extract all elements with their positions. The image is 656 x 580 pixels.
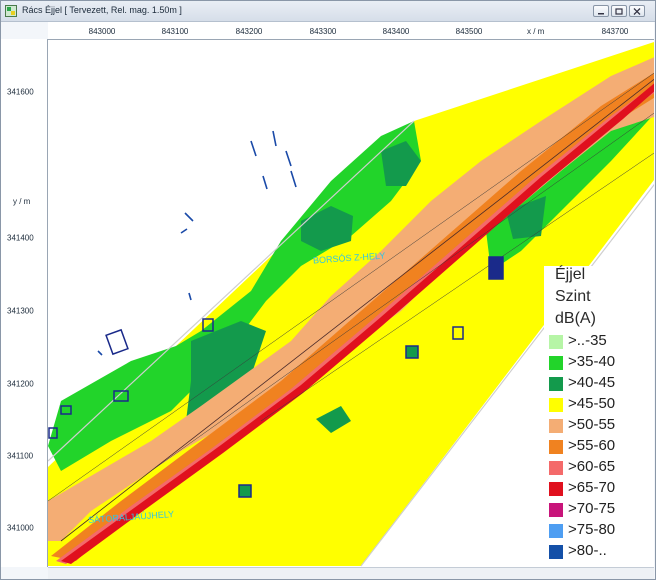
legend-label: >..-35 bbox=[568, 332, 607, 349]
x-tick-label: 843500 bbox=[455, 27, 483, 36]
y-tick-label: 341200 bbox=[7, 379, 34, 389]
legend-label: >35-40 bbox=[568, 353, 616, 370]
legend-title: dB(A) bbox=[555, 310, 596, 327]
legend-label: >50-55 bbox=[568, 416, 616, 433]
legend-title: Éjjel bbox=[555, 266, 586, 283]
legend-swatch bbox=[549, 461, 563, 475]
building-outline bbox=[105, 328, 129, 356]
y-tick-label: 341000 bbox=[7, 523, 34, 533]
building-outline bbox=[238, 484, 252, 498]
legend-swatch bbox=[549, 545, 563, 559]
legend-label: >75-80 bbox=[568, 521, 616, 538]
x-axis-label: x / m bbox=[527, 27, 545, 36]
legend-swatch bbox=[549, 377, 563, 391]
map-window: Rács Éjjel [ Tervezett, Rel. mag. 1.50m … bbox=[0, 0, 656, 580]
legend-label: >80-.. bbox=[568, 542, 607, 559]
horizontal-scrollbar[interactable] bbox=[48, 567, 654, 579]
legend-label: >55-60 bbox=[568, 437, 616, 454]
legend-swatch bbox=[549, 419, 563, 433]
y-tick-label: 341400 bbox=[7, 233, 34, 243]
legend-swatch bbox=[549, 503, 563, 517]
maximize-icon bbox=[615, 8, 623, 15]
window-title: Rács Éjjel [ Tervezett, Rel. mag. 1.50m … bbox=[22, 5, 182, 15]
maximize-button[interactable] bbox=[611, 5, 627, 17]
legend-swatch bbox=[549, 335, 563, 349]
grid-map-icon bbox=[5, 5, 17, 17]
x-tick-label: 843400 bbox=[382, 27, 410, 36]
building-outline bbox=[488, 256, 504, 280]
legend-label: >70-75 bbox=[568, 500, 616, 517]
y-axis-ruler: 341600 y / m 341400 341300 341200 341100… bbox=[1, 39, 48, 567]
y-axis-label: y / m bbox=[13, 197, 31, 206]
x-axis-ruler: 843000 843100 843200 843300 843400 84350… bbox=[48, 22, 654, 40]
close-icon bbox=[633, 8, 641, 15]
minimize-button[interactable] bbox=[593, 5, 609, 17]
building-outline bbox=[405, 345, 419, 359]
legend-swatch bbox=[549, 482, 563, 496]
x-tick-label: 843300 bbox=[309, 27, 337, 36]
title-bar[interactable]: Rács Éjjel [ Tervezett, Rel. mag. 1.50m … bbox=[1, 1, 655, 22]
y-tick-label: 341300 bbox=[7, 306, 34, 316]
y-tick-label: 341100 bbox=[7, 451, 34, 461]
legend-title: Szint bbox=[555, 288, 591, 305]
close-button[interactable] bbox=[629, 5, 645, 17]
legend-swatch bbox=[549, 524, 563, 538]
x-tick-label: 843000 bbox=[88, 27, 116, 36]
x-tick-label: 843100 bbox=[161, 27, 189, 36]
legend-swatch bbox=[549, 356, 563, 370]
noise-legend: Éjjel Szint dB(A) >..-35 >35-40 >40-45 >… bbox=[544, 266, 641, 566]
x-tick-label: 843700 bbox=[601, 27, 629, 36]
legend-label: >45-50 bbox=[568, 395, 616, 412]
legend-swatch bbox=[549, 398, 563, 412]
y-tick-label: 341600 bbox=[7, 87, 34, 97]
minimize-icon bbox=[598, 13, 604, 15]
x-tick-label: 843200 bbox=[235, 27, 263, 36]
legend-label: >60-65 bbox=[568, 458, 616, 475]
legend-swatch bbox=[549, 440, 563, 454]
legend-label: >65-70 bbox=[568, 479, 616, 496]
legend-label: >40-45 bbox=[568, 374, 616, 391]
